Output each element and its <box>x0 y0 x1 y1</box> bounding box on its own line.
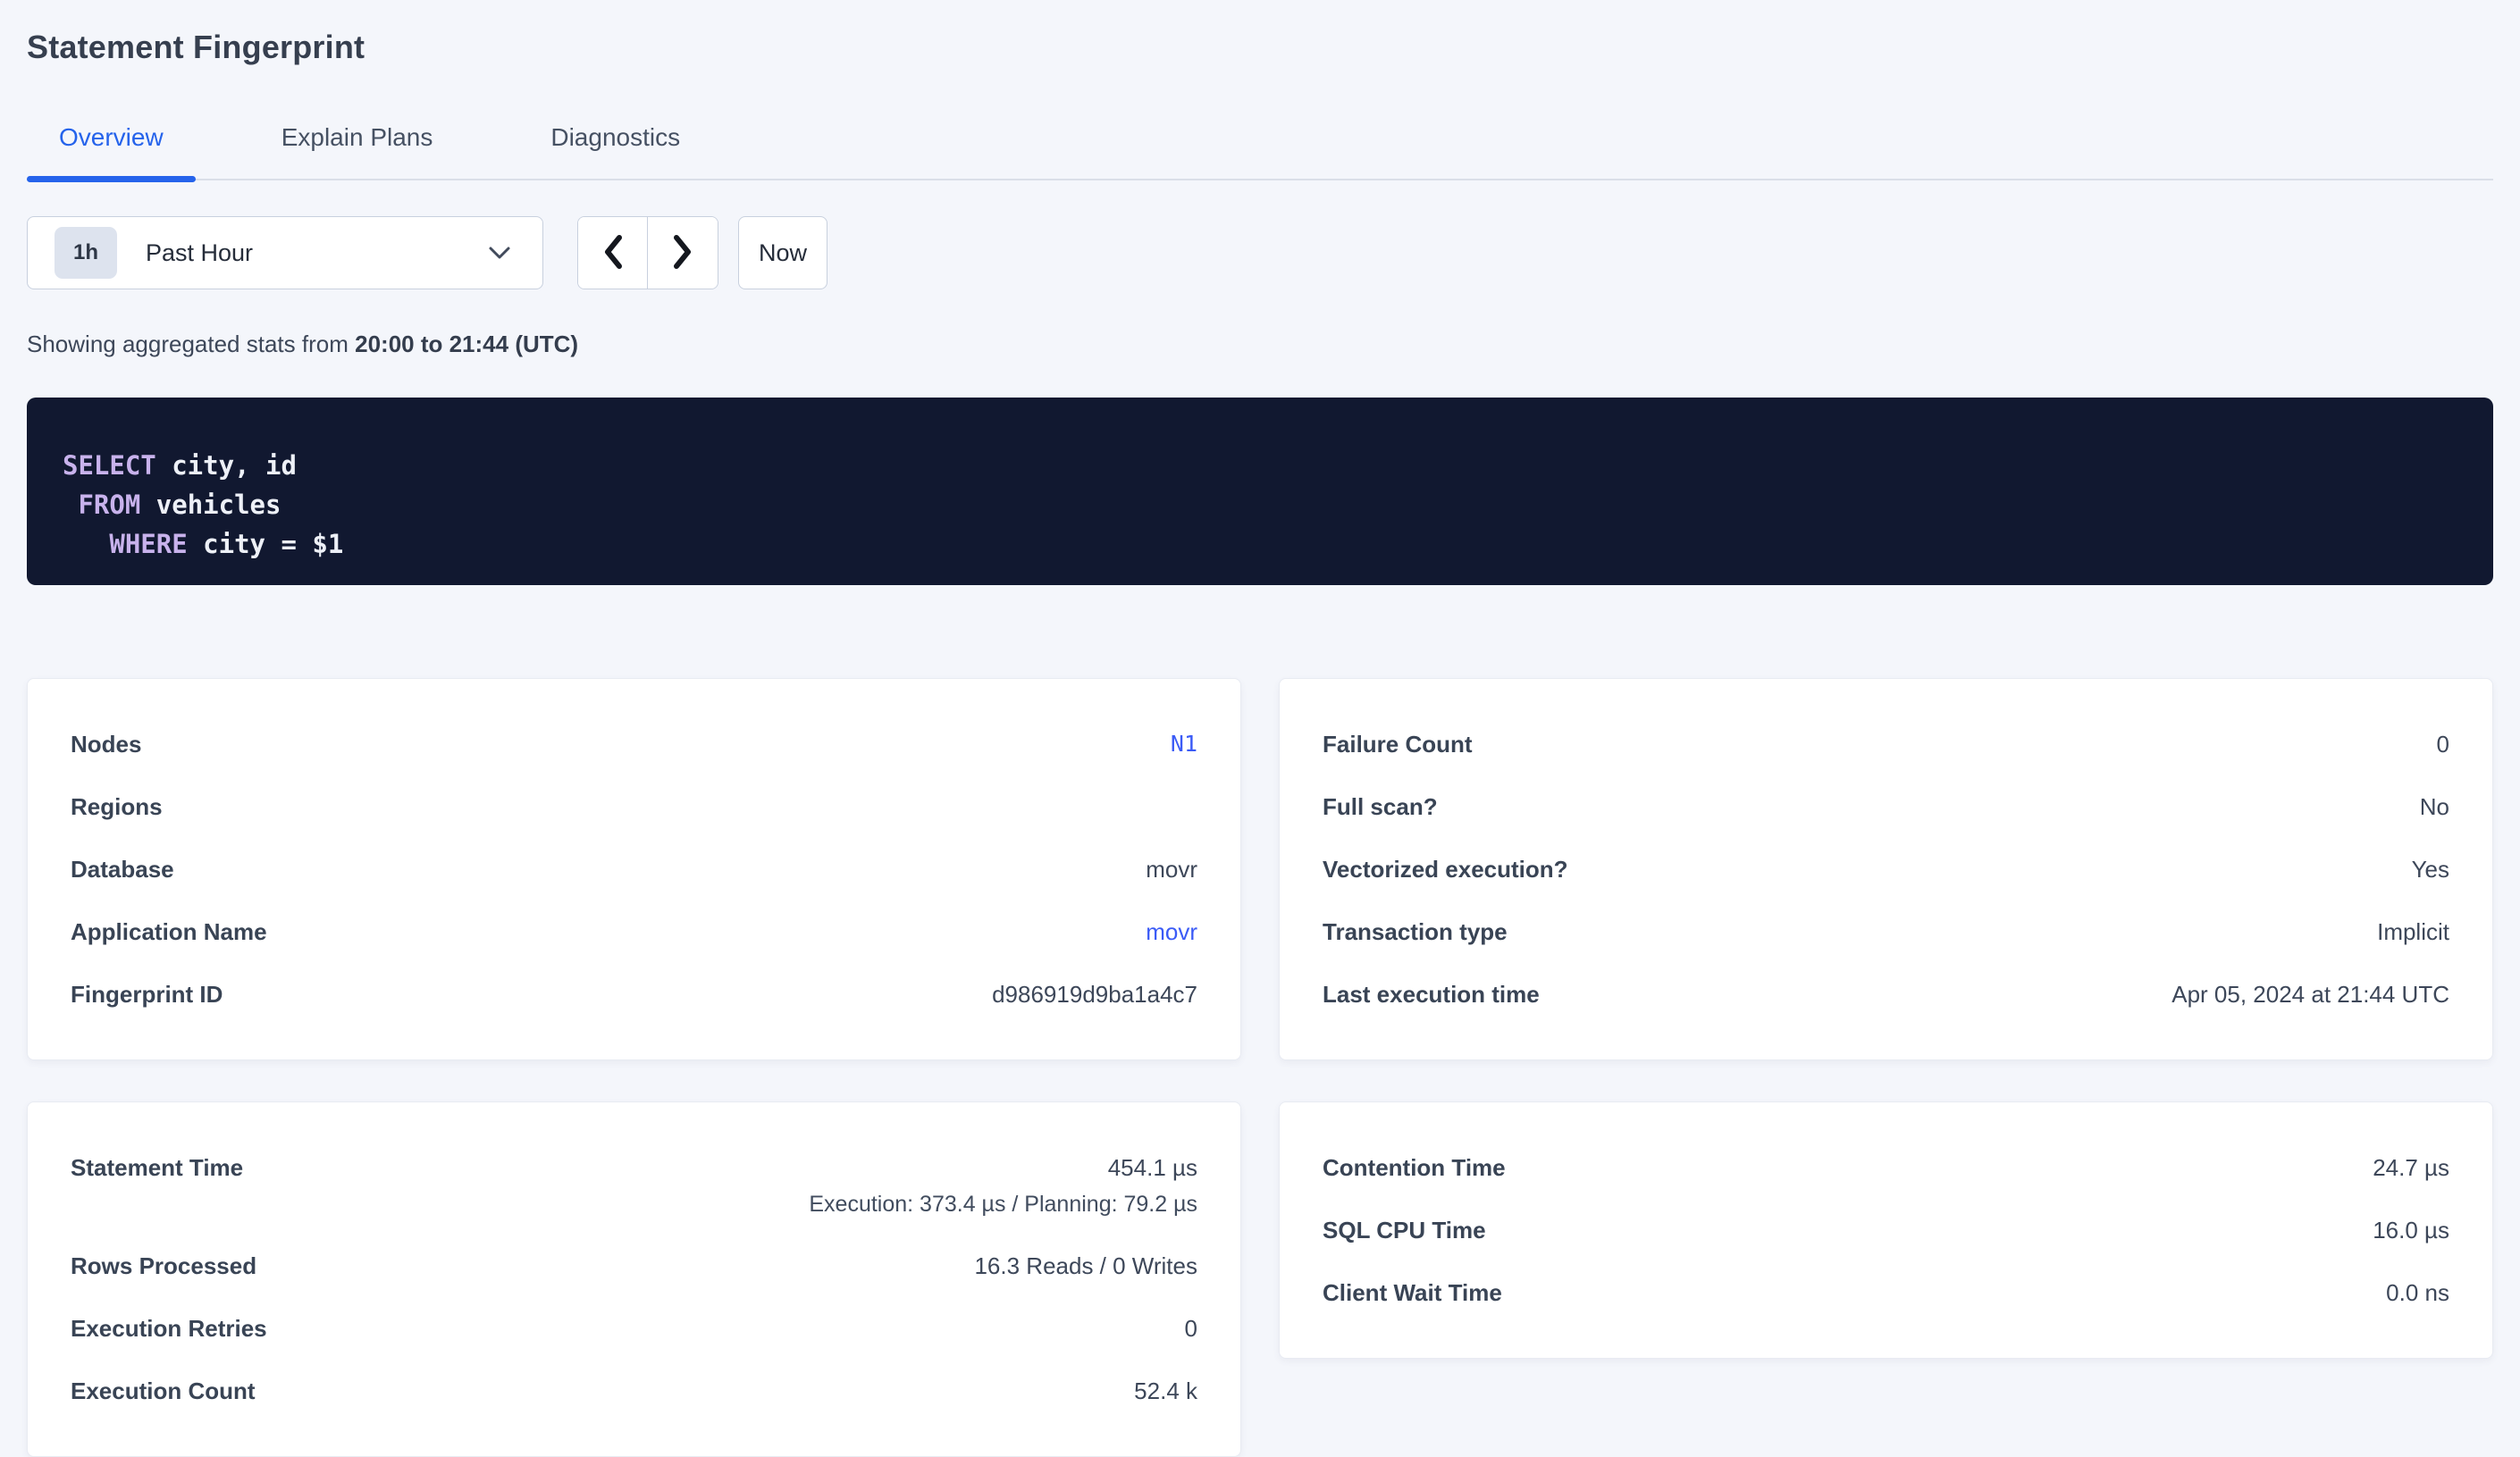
row-regions-label: Regions <box>71 793 163 820</box>
tab-diagnostics[interactable]: Diagnostics <box>518 123 712 179</box>
statement-fingerprint-page: Statement Fingerprint Overview Explain P… <box>0 0 2520 1457</box>
time-range-pager <box>577 216 718 289</box>
row-contention-time-value: 24.7 µs <box>2373 1154 2449 1181</box>
statement-details-card: Nodes N1 Regions Database movr Applicati… <box>27 678 1241 1060</box>
tab-explain-plans-label: Explain Plans <box>281 123 433 151</box>
row-client-wait-time: Client Wait Time 0.0 ns <box>1323 1261 2449 1324</box>
row-statement-time-subvalue: Execution: 373.4 µs / Planning: 79.2 µs <box>809 1192 1197 1217</box>
row-application-name-label: Application Name <box>71 918 267 945</box>
row-execution-retries-value: 0 <box>1185 1315 1197 1342</box>
tab-explain-plans[interactable]: Explain Plans <box>249 123 466 179</box>
row-execution-retries: Execution Retries 0 <box>71 1297 1197 1360</box>
row-sql-cpu-time: SQL CPU Time 16.0 µs <box>1323 1199 2449 1261</box>
row-failure-count: Failure Count 0 <box>1323 713 2449 775</box>
aggregated-stats-prefix: Showing aggregated stats from <box>27 331 355 357</box>
row-vectorized: Vectorized execution? Yes <box>1323 838 2449 900</box>
nodes-link[interactable]: N1 <box>1171 731 1197 758</box>
row-contention-time-label: Contention Time <box>1323 1154 1506 1181</box>
wait-times-card: Contention Time 24.7 µs SQL CPU Time 16.… <box>1279 1101 2493 1359</box>
execution-attributes-card: Failure Count 0 Full scan? No Vectorized… <box>1279 678 2493 1060</box>
row-transaction-type-label: Transaction type <box>1323 918 1508 945</box>
sql-keyword: WHERE <box>109 529 187 559</box>
page-title: Statement Fingerprint <box>27 29 2493 66</box>
row-rows-processed: Rows Processed 16.3 Reads / 0 Writes <box>71 1235 1197 1297</box>
row-database-label: Database <box>71 856 174 883</box>
prev-time-range-button[interactable] <box>578 217 648 289</box>
row-nodes: Nodes N1 <box>71 713 1197 775</box>
next-time-range-button[interactable] <box>648 217 718 289</box>
row-statement-time: Statement Time 454.1 µs Execution: 373.4… <box>71 1136 1197 1235</box>
row-rows-processed-value: 16.3 Reads / 0 Writes <box>974 1252 1197 1279</box>
row-transaction-type-value: Implicit <box>2377 918 2449 945</box>
row-last-execution-time-label: Last execution time <box>1323 981 1540 1008</box>
row-fingerprint-id-label: Fingerprint ID <box>71 981 223 1008</box>
row-vectorized-value: Yes <box>2412 856 2449 883</box>
time-range-dropdown[interactable]: 1h Past Hour <box>27 216 543 289</box>
sql-indent <box>63 490 78 520</box>
row-client-wait-time-value: 0.0 ns <box>2386 1279 2449 1306</box>
sql-text: vehicles <box>140 490 281 520</box>
row-client-wait-time-label: Client Wait Time <box>1323 1279 1502 1306</box>
row-full-scan-value: No <box>2420 793 2449 820</box>
chevron-down-icon <box>487 245 512 261</box>
row-last-execution-time-value: Apr 05, 2024 at 21:44 UTC <box>2171 981 2449 1008</box>
row-sql-cpu-time-value: 16.0 µs <box>2373 1217 2449 1243</box>
row-nodes-label: Nodes <box>71 731 141 758</box>
row-regions: Regions <box>71 775 1197 838</box>
row-failure-count-label: Failure Count <box>1323 731 1473 758</box>
row-rows-processed-label: Rows Processed <box>71 1252 256 1279</box>
tab-diagnostics-label: Diagnostics <box>550 123 680 151</box>
now-button[interactable]: Now <box>738 216 827 289</box>
time-range-label: Past Hour <box>146 239 253 267</box>
row-application-name: Application Name movr <box>71 900 1197 963</box>
row-fingerprint-id: Fingerprint ID d986919d9ba1a4c7 <box>71 963 1197 1026</box>
chevron-right-icon <box>669 232 696 274</box>
sql-line: WHERE city = $1 <box>63 524 2457 564</box>
sql-statement-box: SELECT city, id FROM vehicles WHERE city… <box>27 398 2493 585</box>
tab-overview-label: Overview <box>59 123 164 151</box>
row-failure-count-value: 0 <box>2437 731 2449 758</box>
row-fingerprint-id-value: d986919d9ba1a4c7 <box>992 981 1197 1008</box>
chevron-left-icon <box>600 232 626 274</box>
time-picker-toolbar: 1h Past Hour <box>27 216 2493 289</box>
row-execution-count-value: 52.4 k <box>1134 1377 1197 1404</box>
row-database-value: movr <box>1146 856 1197 883</box>
row-last-execution-time: Last execution time Apr 05, 2024 at 21:4… <box>1323 963 2449 1026</box>
sql-line: SELECT city, id <box>63 446 2457 485</box>
sql-keyword: FROM <box>78 490 140 520</box>
row-statement-time-label: Statement Time <box>71 1154 243 1181</box>
row-vectorized-label: Vectorized execution? <box>1323 856 1568 883</box>
row-contention-time: Contention Time 24.7 µs <box>1323 1136 2449 1199</box>
sql-text: city, id <box>156 450 297 481</box>
row-execution-retries-label: Execution Retries <box>71 1315 267 1342</box>
execution-stats-card: Statement Time 454.1 µs Execution: 373.4… <box>27 1101 1241 1457</box>
sql-indent <box>63 529 109 559</box>
row-sql-cpu-time-label: SQL CPU Time <box>1323 1217 1486 1243</box>
row-full-scan: Full scan? No <box>1323 775 2449 838</box>
tab-overview[interactable]: Overview <box>27 123 196 179</box>
row-database: Database movr <box>71 838 1197 900</box>
row-statement-time-value: 454.1 µs <box>1108 1154 1197 1181</box>
aggregated-stats-range: 20:00 to 21:44 (UTC) <box>355 331 578 357</box>
sql-line: FROM vehicles <box>63 485 2457 524</box>
row-full-scan-label: Full scan? <box>1323 793 1438 820</box>
application-name-link[interactable]: movr <box>1146 918 1197 945</box>
sql-keyword: SELECT <box>63 450 156 481</box>
row-execution-count: Execution Count 52.4 k <box>71 1360 1197 1422</box>
row-transaction-type: Transaction type Implicit <box>1323 900 2449 963</box>
tab-bar: Overview Explain Plans Diagnostics <box>27 123 2493 180</box>
row-execution-count-label: Execution Count <box>71 1377 256 1404</box>
summary-cards-grid: Nodes N1 Regions Database movr Applicati… <box>27 678 2493 1457</box>
time-range-badge: 1h <box>55 227 117 279</box>
aggregated-stats-line: Showing aggregated stats from 20:00 to 2… <box>27 331 2493 358</box>
sql-text: city = $1 <box>188 529 344 559</box>
